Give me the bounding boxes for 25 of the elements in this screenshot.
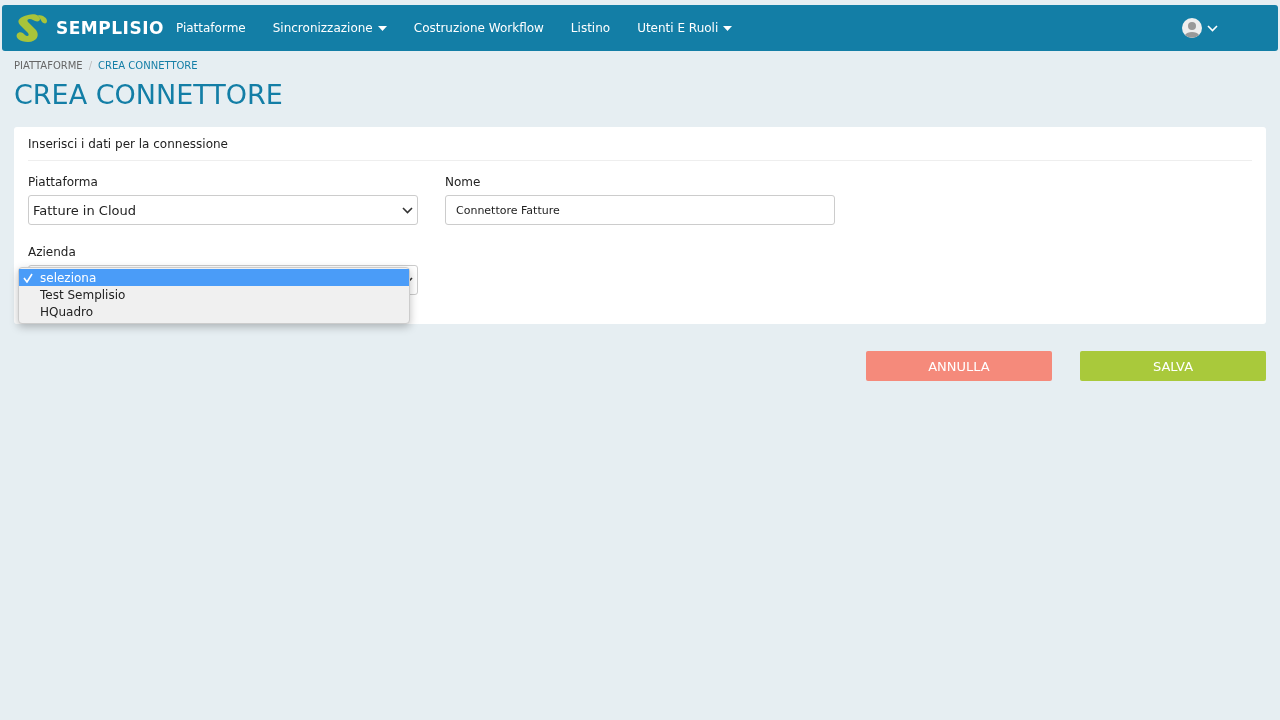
- dropdown-option[interactable]: seleziona: [19, 269, 409, 286]
- logo-icon: [14, 13, 50, 43]
- breadcrumb-link[interactable]: PIATTAFORME: [14, 60, 83, 71]
- caret-icon: [723, 25, 733, 31]
- platform-select[interactable]: Fatture in Cloud: [28, 195, 418, 225]
- breadcrumb-separator: /: [88, 60, 93, 71]
- avatar-icon[interactable]: [1182, 18, 1202, 38]
- dropdown-option[interactable]: HQuadro: [19, 303, 409, 320]
- breadcrumb-link[interactable]: CREA CONNETTORE: [98, 60, 198, 71]
- field-label: Azienda: [28, 245, 77, 259]
- nav-link[interactable]: Piattaforme: [175, 21, 246, 35]
- caret-icon: [377, 25, 387, 31]
- page-title: CREA CONNETTORE: [14, 79, 284, 110]
- brand-name: SEMPLISIO: [56, 18, 164, 38]
- nav-link[interactable]: Listino: [570, 21, 611, 35]
- name-field[interactable]: Connettore Fatture: [445, 195, 835, 225]
- field-label: Nome: [445, 175, 482, 189]
- cancel-button[interactable]: ANNULLA: [866, 351, 1052, 381]
- checkmark-icon: [23, 272, 35, 283]
- card-heading: Inserisci i dati per la connessione: [28, 127, 1252, 161]
- nav-link[interactable]: Utenti E Ruoli: [637, 21, 733, 35]
- field-label: Piattaforma: [28, 175, 99, 189]
- nav-link[interactable]: Sincronizzazione: [272, 21, 387, 35]
- dropdown-option[interactable]: Test Semplisio: [19, 286, 409, 303]
- nav-link[interactable]: Costruzione Workflow: [413, 21, 544, 35]
